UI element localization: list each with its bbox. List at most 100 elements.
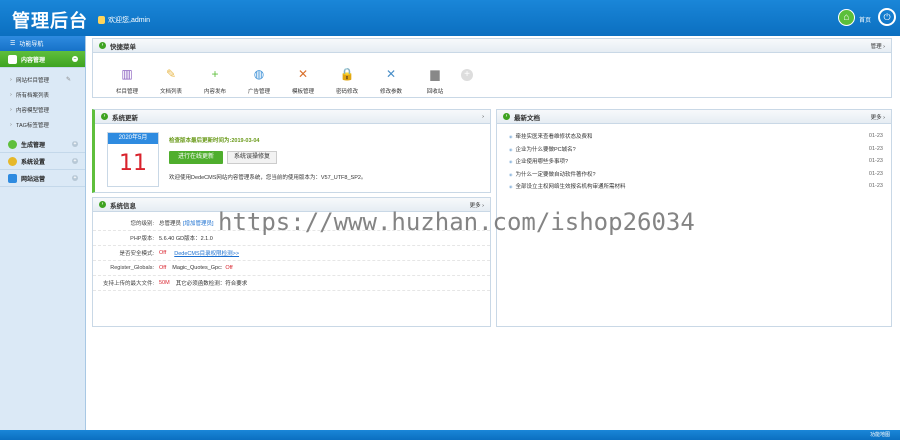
shortcut-label: 广告管理: [247, 89, 270, 95]
news-date: 01-23: [868, 158, 883, 165]
shortcut-label: 修改参数: [379, 89, 402, 95]
news-title[interactable]: 为什么一定要做自动软件著作权?: [509, 170, 596, 178]
news-date: 01-23: [868, 183, 883, 190]
tools-icon: ✕: [297, 67, 309, 81]
panel-title: 快捷菜单: [110, 43, 136, 51]
shortcut-label: 模板管理: [291, 89, 314, 95]
shortcut-label: 内容发布: [203, 89, 226, 95]
trash-icon: ▆: [430, 67, 440, 81]
edit-icon[interactable]: ✎: [66, 76, 71, 83]
bullet-icon: ›: [99, 42, 106, 49]
home-icon[interactable]: ⌂: [838, 9, 855, 26]
shortcut-item[interactable]: 🔒 密码修改: [325, 65, 369, 95]
panel-title: 系统更新: [112, 114, 138, 122]
panel-header: › 最新文档 更多 ›: [497, 110, 891, 124]
shortcut-panel: › 快捷菜单 管理 › ▥ 栏目管理 ✎ 文档列表 + 内容发布 ◍ 广告管理 ✕ 模板管理 🔒 密码…: [92, 38, 892, 98]
calendar-day: 11: [119, 151, 147, 176]
chevron-right-icon[interactable]: ›: [482, 114, 484, 120]
shortcut-label: 文档列表: [159, 89, 182, 95]
shortcut-item[interactable]: ✕ 模板管理: [281, 65, 325, 95]
sidebar-group-settings[interactable]: 系统设置 +: [0, 153, 85, 170]
power-icon[interactable]: ⏻: [878, 8, 896, 26]
sitemap-link[interactable]: 功能地图: [870, 431, 890, 438]
panel-title: 系统信息: [110, 202, 136, 210]
info-row: Register_Globals: Off Magic_Quotes_Gpc: …: [93, 261, 490, 276]
manage-link[interactable]: 管理 ›: [871, 42, 885, 50]
collapse-icon[interactable]: –: [72, 56, 78, 62]
news-title[interactable]: 企业为什么要做PC城名?: [509, 145, 576, 153]
gear-icon: [8, 156, 17, 166]
sidebar-group-operations[interactable]: 网站运营 +: [0, 170, 85, 187]
app-logo: 管理后台: [12, 11, 88, 32]
bullet-icon: ›: [101, 113, 108, 120]
news-item[interactable]: 企业为什么要做PC城名? 01-23: [509, 143, 884, 156]
sidebar-item-tags[interactable]: TAG标签管理: [0, 117, 85, 132]
expand-icon[interactable]: +: [72, 175, 78, 181]
shortcut-item[interactable]: ▥ 栏目管理: [105, 65, 149, 95]
latest-update: 检查版本最后更新时间为:2019-03-04: [169, 138, 260, 144]
sidebar-item-archives[interactable]: 所有档案列表: [0, 87, 85, 102]
panel-header: › 系统更新 ›: [95, 110, 490, 124]
lock-icon: 🔒: [339, 67, 355, 81]
books-icon: ▥: [121, 67, 133, 81]
news-item[interactable]: 全部设立主权网络生效报名机构审通所需材料 01-23: [509, 180, 884, 193]
expand-icon[interactable]: +: [72, 141, 78, 147]
news-item[interactable]: 企业使用哪些多事项? 01-23: [509, 155, 884, 168]
expand-icon[interactable]: +: [72, 158, 78, 164]
bullet-icon: ›: [503, 113, 510, 120]
repair-button[interactable]: 系统误操修复: [227, 151, 277, 164]
menu-icon: ☰: [10, 41, 16, 47]
bullet-icon: ›: [99, 201, 106, 208]
wrench-icon: ✕: [385, 67, 397, 81]
version-note: 欢迎使用DedeCMS网站内容管理系统，您当前的使用版本为：V57_UTF8_S…: [169, 175, 367, 181]
online-update-button[interactable]: 进行在线更新: [169, 151, 223, 164]
welcome-text: 欢迎您,admin: [98, 15, 150, 25]
shortcut-item[interactable]: ▆ 回收站: [413, 65, 457, 95]
shortcut-row: ▥ 栏目管理 ✎ 文档列表 + 内容发布 ◍ 广告管理 ✕ 模板管理 🔒 密码修改 ✕ 修改参数 ▆ 回收站 +: [93, 53, 891, 95]
news-title[interactable]: 企业使用哪些多事项?: [509, 157, 569, 165]
shortcut-label: 密码修改: [335, 89, 358, 95]
sidebar-group-content[interactable]: 内容管理 –: [0, 51, 85, 68]
sidebar: ☰ 功能导航 内容管理 – 网站栏目管理✎ 所有档案列表 内容模型管理 TAG标…: [0, 36, 86, 430]
dir-check-link[interactable]: DedeCMS目录权限检测>>: [174, 249, 239, 257]
news-item[interactable]: 牵挂实医来查看维修状态及费和 01-23: [509, 130, 884, 143]
panel-title: 最新文档: [514, 114, 540, 122]
globe-icon: ◍: [253, 67, 265, 81]
sidebar-header: ☰ 功能导航: [0, 36, 85, 51]
edit-icon: [8, 54, 17, 64]
news-title[interactable]: 全部设立主权网络生效报名机构审通所需材料: [509, 182, 626, 190]
welcome-label: 欢迎您,admin: [108, 17, 151, 24]
info-row: 是否安全模式: Off DedeCMS目录权限检测>>: [93, 246, 490, 261]
top-bar: 管理后台 欢迎您,admin ⌂ 首页 ⏻: [0, 0, 900, 36]
news-date: 01-23: [868, 170, 883, 177]
add-admin-link[interactable]: [增加管理员]: [183, 219, 214, 227]
home-link[interactable]: 首页: [859, 15, 871, 24]
calendar-month: 2020年5月: [108, 133, 158, 144]
news-item[interactable]: 为什么一定要做自动软件著作权? 01-23: [509, 168, 884, 181]
sidebar-item-channel[interactable]: 网站栏目管理✎: [0, 72, 85, 87]
news-date: 01-23: [868, 133, 883, 140]
watermark: https://www.huzhan.com/ishop26034: [218, 208, 695, 236]
more-link[interactable]: 更多 ›: [871, 113, 885, 121]
user-icon: [98, 16, 105, 24]
shortcut-label: 回收站: [426, 89, 444, 95]
calendar: 2020年5月 11: [107, 132, 159, 187]
add-shortcut-icon[interactable]: +: [461, 69, 473, 81]
add-icon: +: [211, 67, 219, 81]
monitor-icon: [8, 173, 17, 183]
shortcut-label: 栏目管理: [115, 89, 138, 95]
sidebar-title: 功能导航: [19, 42, 44, 48]
news-list: 牵挂实医来查看维修状态及费和01-23企业为什么要做PC城名?01-23企业使用…: [497, 124, 891, 193]
shortcut-item[interactable]: ◍ 广告管理: [237, 65, 281, 95]
shortcut-item[interactable]: + 内容发布: [193, 65, 237, 95]
info-row: 支持上传的最大文件: 50M 其它必须函数检测：符合要求: [93, 276, 490, 291]
news-title[interactable]: 牵挂实医来查看维修状态及费和: [509, 132, 593, 140]
bottom-bar: 功能地图: [0, 430, 900, 440]
sidebar-group-generate[interactable]: 生成管理 +: [0, 136, 85, 153]
shortcut-item[interactable]: ✕ 修改参数: [369, 65, 413, 95]
sidebar-group-label: 内容管理: [21, 57, 46, 64]
sidebar-item-models[interactable]: 内容模型管理: [0, 102, 85, 117]
panel-header: › 快捷菜单 管理 ›: [93, 39, 891, 53]
update-panel: › 系统更新 › 2020年5月 11 检查版本最后更新时间为:2019-03-…: [92, 109, 491, 193]
shortcut-item[interactable]: ✎ 文档列表: [149, 65, 193, 95]
